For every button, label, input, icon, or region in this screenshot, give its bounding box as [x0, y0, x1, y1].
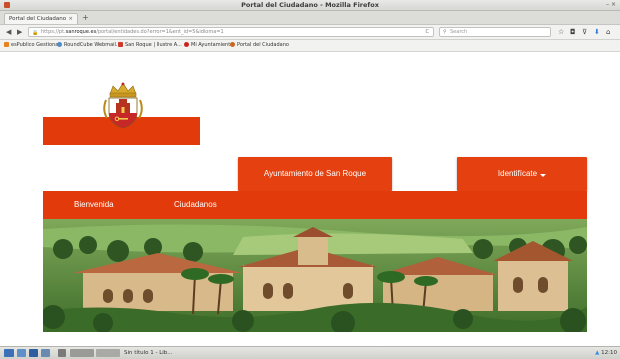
show-desktop-icon[interactable]: [17, 349, 26, 357]
taskbar-item-firefox[interactable]: [70, 349, 94, 357]
tab-strip: Portal del Ciudadano × +: [0, 11, 620, 25]
close-tab-icon[interactable]: ×: [68, 14, 73, 25]
ayuntamiento-label: Ayuntamiento de San Roque: [263, 169, 367, 178]
back-button[interactable]: ◀: [6, 27, 11, 37]
san-roque-crest-logo[interactable]: [100, 80, 146, 130]
bookmark-star-icon[interactable]: ☆: [558, 27, 564, 37]
window-title: Portal del Ciudadano - Mozilla Firefox: [241, 1, 379, 9]
network-icon: ▲: [595, 350, 600, 356]
task-label: Sin título 1 - Lib...: [124, 350, 173, 356]
taskbar-item-window[interactable]: [96, 349, 120, 357]
bookmark-favicon-icon: [118, 42, 123, 47]
url-prefix: https://pt.: [41, 29, 66, 35]
search-placeholder: Search: [450, 29, 468, 35]
banner-illustration: [43, 219, 587, 332]
bookmark-label: San Roque | Ilustre A...: [125, 42, 182, 48]
url-domain: sanroque.es: [65, 29, 97, 35]
ayuntamiento-button[interactable]: Ayuntamiento de San Roque: [238, 157, 392, 191]
taskbar-item-libreoffice[interactable]: Sin título 1 - Lib...: [124, 347, 173, 359]
url-path: /portal/entidades.do?error=1&ent_id=5&id…: [96, 29, 224, 35]
identificate-button[interactable]: Identifícate: [457, 157, 587, 191]
navigation-toolbar: ◀ ▶ 🔒 https://pt.sanroque.es/portal/enti…: [0, 25, 620, 40]
download-icon[interactable]: ⬇: [594, 27, 600, 37]
clock-label: 12:10: [601, 350, 617, 356]
search-icon: ⚲: [443, 29, 447, 35]
bookmark-roundcube[interactable]: RoundCube Webmail...: [57, 40, 121, 51]
pocket-icon[interactable]: ⊽: [582, 27, 587, 37]
new-tab-button[interactable]: +: [82, 12, 89, 24]
bookmark-label: Mi Ayuntamiento: [191, 42, 234, 48]
menu-item-bienvenida[interactable]: Bienvenida: [74, 191, 114, 219]
menu-item-ciudadanos[interactable]: Ciudadanos: [174, 191, 217, 219]
file-manager-icon[interactable]: [29, 349, 38, 357]
bookmark-mi-ayuntamiento[interactable]: Mi Ayuntamiento: [184, 40, 233, 51]
bookmark-label: esPublico Gestiona: [11, 42, 59, 48]
bookmarks-toolbar: esPublico Gestiona RoundCube Webmail... …: [0, 40, 620, 52]
bookmark-favicon-icon: [230, 42, 235, 47]
workspace-icon[interactable]: [58, 349, 66, 357]
bookmark-san-roque[interactable]: San Roque | Ilustre A...: [118, 40, 182, 51]
bookmark-label: RoundCube Webmail...: [64, 42, 121, 48]
tab-portal-ciudadano[interactable]: Portal del Ciudadano ×: [4, 13, 78, 24]
caret-down-icon: [540, 174, 547, 177]
identificate-label: Identifícate: [497, 169, 538, 178]
lock-icon: 🔒: [32, 30, 39, 36]
bookmark-label: Portal del Ciudadano: [237, 42, 289, 48]
start-menu-icon[interactable]: [4, 349, 14, 357]
os-taskbar: Sin título 1 - Lib... ▲ 12:10: [0, 346, 620, 359]
search-input[interactable]: ⚲ Search: [439, 27, 551, 37]
url-bar[interactable]: 🔒 https://pt.sanroque.es/portal/entidade…: [28, 27, 434, 37]
library-icon[interactable]: ◘: [570, 27, 576, 37]
reload-icon[interactable]: C: [426, 28, 430, 36]
home-icon[interactable]: ⌂: [606, 27, 610, 37]
main-menu-bar: Bienvenida Ciudadanos: [43, 191, 587, 219]
town-hall-banner-image: [43, 219, 587, 332]
forward-button[interactable]: ▶: [17, 27, 22, 37]
bookmark-favicon-icon: [184, 42, 189, 47]
bookmark-espublico[interactable]: esPublico Gestiona: [4, 40, 58, 51]
bookmark-favicon-icon: [57, 42, 62, 47]
system-clock: ▲ 12:10: [595, 347, 617, 359]
browser-launcher-icon[interactable]: [41, 349, 50, 357]
tab-label: Portal del Ciudadano: [9, 16, 67, 22]
bookmark-portal-ciudadano[interactable]: Portal del Ciudadano: [230, 40, 289, 51]
window-controls[interactable]: – ×: [606, 0, 616, 10]
window-title-bar: Portal del Ciudadano - Mozilla Firefox –…: [0, 0, 620, 11]
bookmark-favicon-icon: [4, 42, 9, 47]
